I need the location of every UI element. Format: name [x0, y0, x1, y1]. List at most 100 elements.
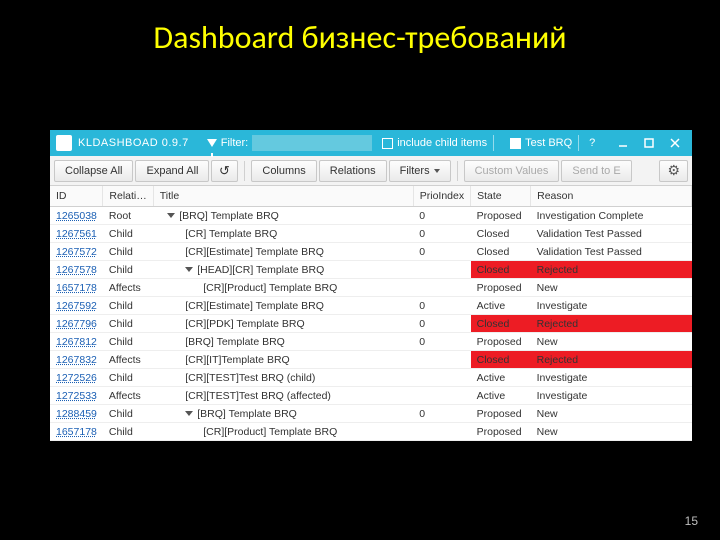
id-link[interactable]: 1267832	[56, 354, 97, 366]
table-row[interactable]: 1272533Affects[CR][TEST]Test BRQ (affect…	[50, 387, 692, 405]
cell-prio: 0	[413, 405, 470, 423]
id-link[interactable]: 1657178	[56, 426, 97, 438]
id-link[interactable]: 1267812	[56, 336, 97, 348]
funnel-icon	[207, 139, 217, 147]
cell-title: [HEAD][CR] Template BRQ	[153, 261, 413, 279]
cell-state: Closed	[471, 261, 531, 279]
id-link[interactable]: 1267561	[56, 228, 97, 240]
cell-prio	[413, 387, 470, 405]
col-relation[interactable]: Relati…	[103, 186, 153, 207]
test-brq-checkbox[interactable]: Test BRQ	[510, 137, 572, 149]
table-row[interactable]: 1657178 Child [CR][Product] Template BRQ Pr…	[50, 423, 692, 441]
cell-title: [CR][PDK] Template BRQ	[153, 315, 413, 333]
title-text: [CR][TEST]Test BRQ (affected)	[185, 390, 331, 402]
cell-relation: Root	[103, 207, 153, 225]
cell-reason: Validation Test Passed	[531, 243, 692, 261]
cell-state: Proposed	[471, 405, 531, 423]
tree-toggle-icon[interactable]	[167, 213, 175, 218]
cell-relation: Child	[103, 405, 153, 423]
id-link[interactable]: 1267578	[56, 264, 97, 276]
app-icon	[56, 135, 72, 151]
table-row[interactable]: 1267832Affects[CR][IT]Template BRQClosed…	[50, 351, 692, 369]
close-button[interactable]	[662, 133, 688, 153]
table-row[interactable]: 1267578Child[HEAD][CR] Template BRQClose…	[50, 261, 692, 279]
titlebar-separator	[578, 135, 579, 151]
title-text: [CR][Estimate] Template BRQ	[185, 300, 324, 312]
refresh-icon: ↻	[219, 163, 230, 179]
filters-button[interactable]: Filters	[389, 160, 451, 182]
cell-reason: New	[531, 405, 692, 423]
cell-title: [CR][TEST]Test BRQ (affected)	[153, 387, 413, 405]
titlebar-separator	[493, 135, 494, 151]
toolbar-separator	[244, 161, 245, 181]
filter-label: Filter:	[221, 137, 249, 149]
header-row: ID Relati… Title PrioIndex State Reason	[50, 186, 692, 207]
id-link[interactable]: 1267592	[56, 300, 97, 312]
id-link[interactable]: 1272526	[56, 372, 97, 384]
id-link[interactable]: 1272533	[56, 390, 97, 402]
settings-button[interactable]: ⚙	[659, 160, 688, 182]
table-row[interactable]: 1657178Affects[CR][Product] Template BRQ…	[50, 279, 692, 297]
id-link[interactable]: 1288459	[56, 408, 97, 420]
cell-id: 1267796	[50, 315, 103, 333]
columns-button[interactable]: Columns	[251, 160, 316, 182]
id-link[interactable]: 1265038	[56, 210, 97, 222]
table-row[interactable]: 1265038Root[BRQ] Template BRQ0ProposedIn…	[50, 207, 692, 225]
table-row[interactable]: 1267796Child[CR][PDK] Template BRQ0Close…	[50, 315, 692, 333]
col-title[interactable]: Title	[153, 186, 413, 207]
id-link[interactable]: 1657178	[56, 282, 97, 294]
tree-toggle-icon[interactable]	[185, 267, 193, 272]
custom-values-button[interactable]: Custom Values	[464, 160, 560, 182]
id-link[interactable]: 1267796	[56, 318, 97, 330]
title-text: [CR][Product] Template BRQ	[203, 426, 337, 438]
gear-icon: ⚙	[667, 162, 680, 179]
id-link[interactable]: 1267572	[56, 246, 97, 258]
cell-id: 1267572	[50, 243, 103, 261]
cell-id: 1267592	[50, 297, 103, 315]
send-to-button[interactable]: Send to E	[561, 160, 631, 182]
cell-relation: Child	[103, 333, 153, 351]
cell-state: Proposed	[471, 279, 531, 297]
include-children-checkbox[interactable]: include child items	[382, 137, 487, 149]
table-row[interactable]: 1267561Child[CR] Template BRQ0ClosedVali…	[50, 225, 692, 243]
table-row[interactable]: 1288459 Child[BRQ] Template BRQ0ProposedN…	[50, 405, 692, 423]
col-state[interactable]: State	[471, 186, 531, 207]
filter-input[interactable]	[252, 135, 372, 151]
cell-prio	[413, 279, 470, 297]
table-row[interactable]: 1267592Child[CR][Estimate] Template BRQ0…	[50, 297, 692, 315]
col-id[interactable]: ID	[50, 186, 103, 207]
help-button[interactable]: ?	[585, 137, 599, 149]
relations-button[interactable]: Relations	[319, 160, 387, 182]
cell-state: Proposed	[471, 423, 531, 441]
cell-relation: Affects	[103, 279, 153, 297]
collapse-all-button[interactable]: Collapse All	[54, 160, 133, 182]
cell-state: Closed	[471, 243, 531, 261]
cell-title: [CR][TEST]Test BRQ (child)	[153, 369, 413, 387]
col-prio[interactable]: PrioIndex	[413, 186, 470, 207]
minimize-button[interactable]	[610, 133, 636, 153]
page-number: 15	[685, 514, 698, 528]
filters-label: Filters	[400, 165, 430, 177]
col-reason[interactable]: Reason	[531, 186, 692, 207]
cell-id: 1272533	[50, 387, 103, 405]
cell-title: [BRQ] Template BRQ	[153, 405, 413, 423]
cell-relation: Child	[103, 423, 153, 441]
cell-prio: 0	[413, 297, 470, 315]
table-row[interactable]: 1272526Child[CR][TEST]Test BRQ (child)Ac…	[50, 369, 692, 387]
expand-all-button[interactable]: Expand All	[135, 160, 209, 182]
tree-toggle-icon[interactable]	[185, 411, 193, 416]
cell-reason: New	[531, 279, 692, 297]
slide-title: Dashboard бизнес-требований	[0, 0, 720, 85]
maximize-button[interactable]	[636, 133, 662, 153]
cell-state: Active	[471, 369, 531, 387]
cell-state: Proposed	[471, 207, 531, 225]
cell-title: [CR][IT]Template BRQ	[153, 351, 413, 369]
refresh-button[interactable]: ↻	[211, 160, 238, 182]
table-row[interactable]: 1267572Child[CR][Estimate] Template BRQ0…	[50, 243, 692, 261]
cell-relation: Child	[103, 315, 153, 333]
cell-id: 1657178	[50, 423, 103, 441]
table-row[interactable]: 1267812Child[BRQ] Template BRQ0ProposedN…	[50, 333, 692, 351]
cell-prio	[413, 261, 470, 279]
cell-state: Active	[471, 297, 531, 315]
cell-relation: Child	[103, 243, 153, 261]
